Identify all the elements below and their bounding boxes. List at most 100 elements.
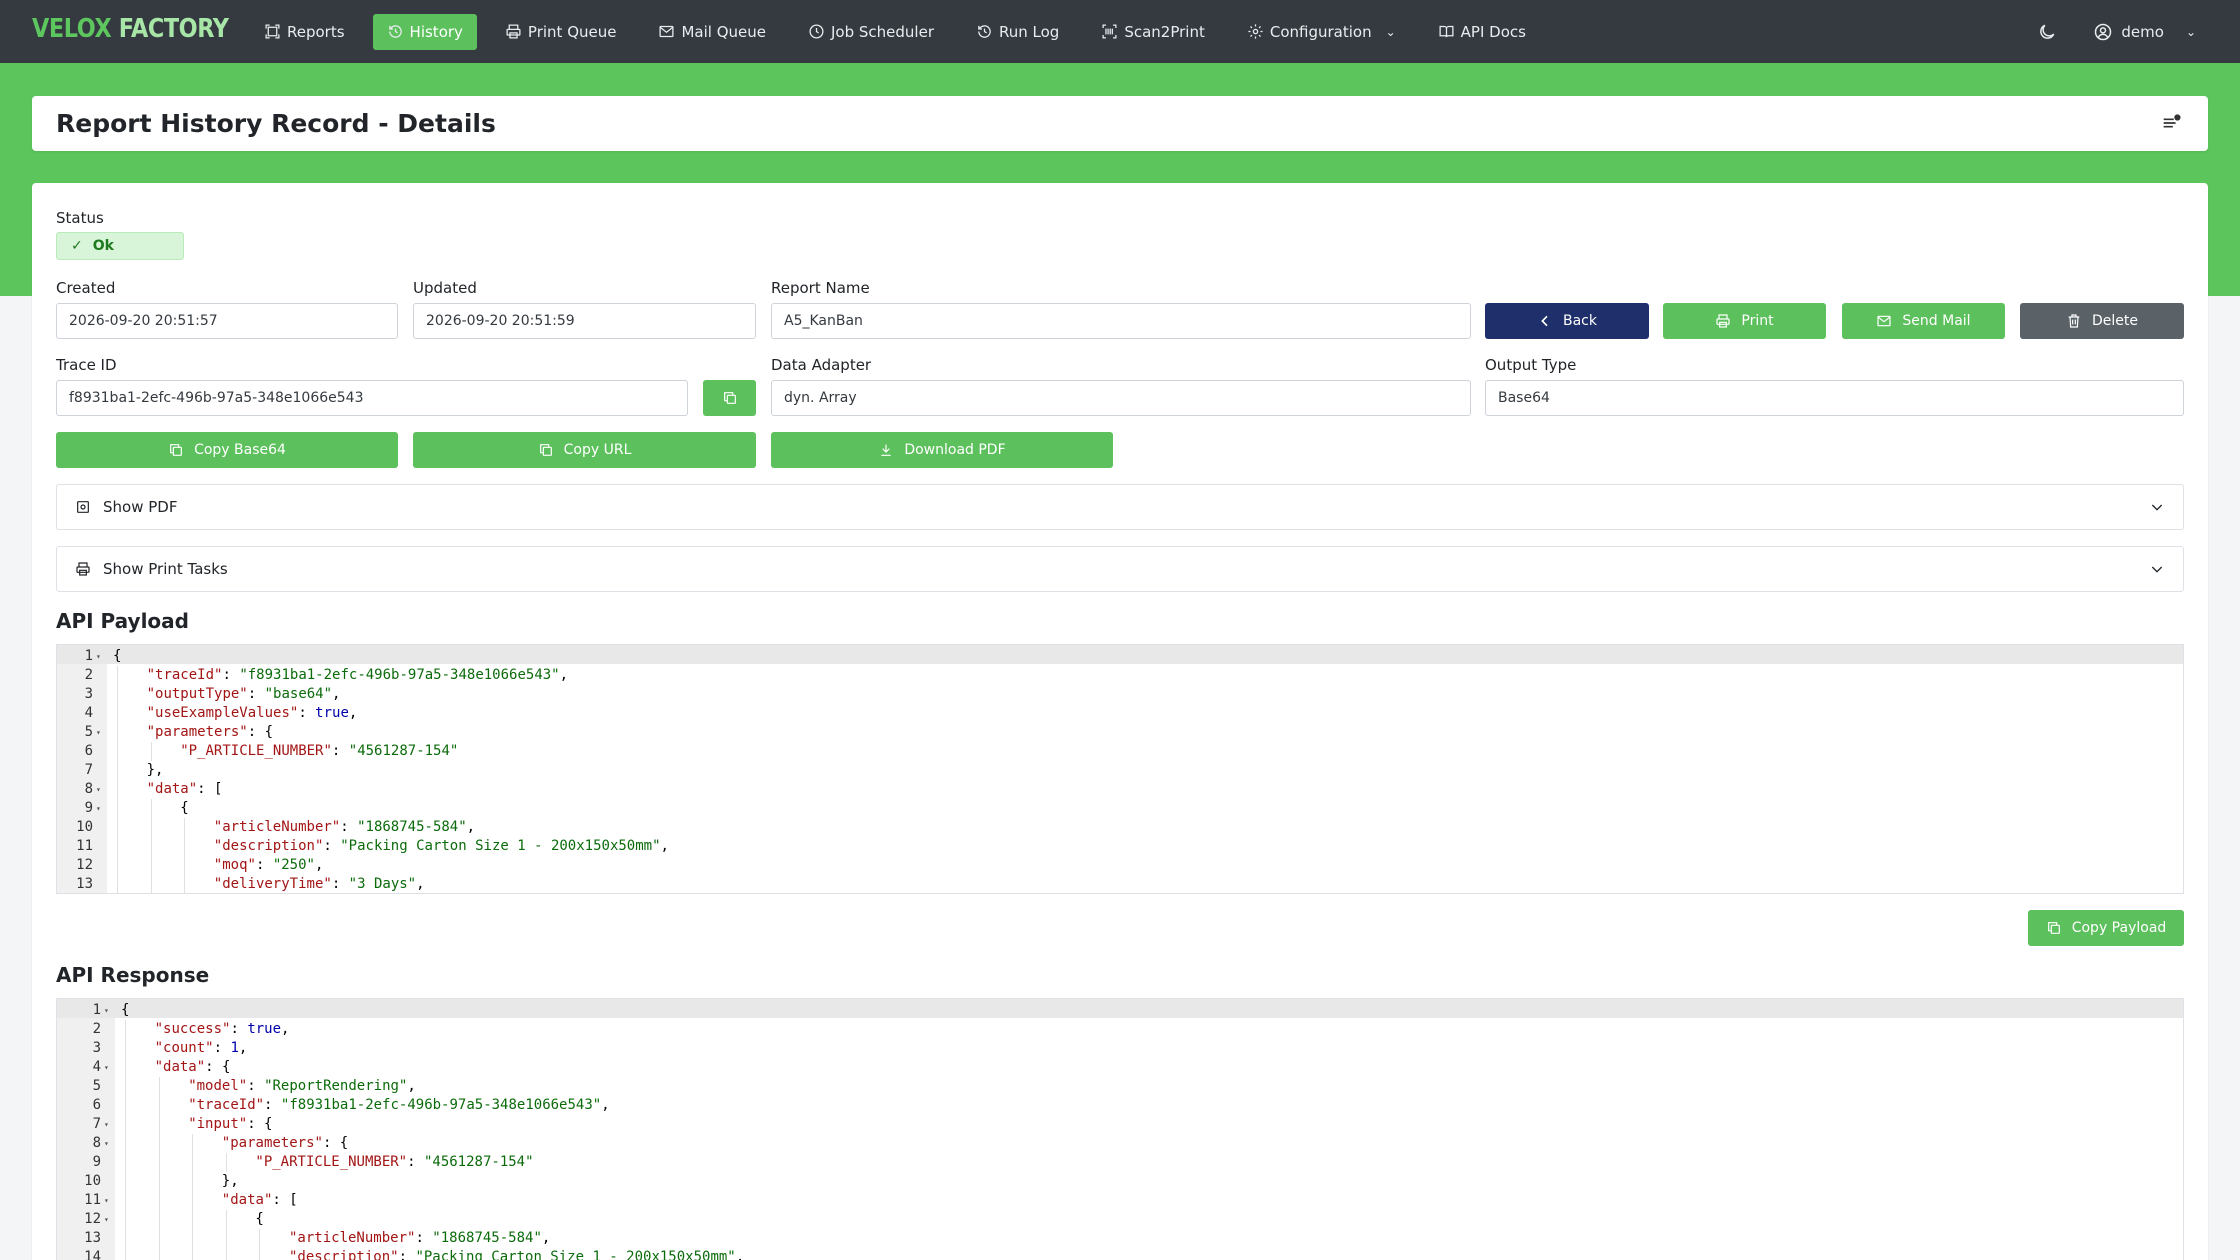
code-line: 3 "count": 1,: [57, 1039, 2183, 1058]
code-line: 9 "P_ARTICLE_NUMBER": "4561287-154": [57, 1153, 2183, 1172]
status-badge: ✓ Ok: [56, 232, 184, 260]
fold-toggle-icon[interactable]: ▾: [96, 723, 101, 742]
back-button[interactable]: Back: [1485, 303, 1649, 339]
data-adapter-field[interactable]: dyn. Array: [771, 380, 1471, 416]
indent-guide: [117, 780, 118, 799]
delete-button[interactable]: Delete: [2020, 303, 2184, 339]
print-button[interactable]: Print: [1663, 303, 1826, 339]
printer-icon: [1716, 314, 1730, 328]
copy-payload-button[interactable]: Copy Payload: [2028, 910, 2184, 946]
show-pdf-accordion[interactable]: Show PDF: [56, 484, 2184, 530]
api-response-title: API Response: [56, 963, 210, 987]
indent-guide: [150, 742, 152, 761]
nav-item-api-docs[interactable]: API Docs: [1424, 14, 1540, 50]
send-mail-button[interactable]: Send Mail: [1842, 303, 2005, 339]
output-type-label: Output Type: [1485, 356, 1577, 374]
barcode-icon: [1102, 24, 1117, 39]
fold-toggle-icon[interactable]: ▾: [104, 1115, 109, 1134]
line-number: 9: [84, 800, 93, 816]
nav-item-scan2print[interactable]: Scan2Print: [1087, 14, 1219, 50]
code-line: 7},: [57, 761, 2183, 780]
line-number: 13: [84, 1230, 101, 1246]
line-number: 7: [84, 762, 93, 778]
indent-guide: [192, 1172, 194, 1191]
fold-toggle-icon[interactable]: ▾: [104, 1058, 109, 1077]
code-text: "success": true,: [154, 1021, 290, 1037]
api-response-editor[interactable]: 1 ▾{2 "success": true, 3 "count": 1, 4 ▾ "data"…: [56, 998, 2184, 1260]
copy-trace-id-button[interactable]: [703, 380, 756, 416]
fold-toggle-icon[interactable]: ▾: [104, 1191, 109, 1210]
code-line: 5 ▾ "parameters": {: [57, 723, 2183, 742]
updated-field[interactable]: 2026-09-20 20:51:59: [413, 303, 756, 339]
clock-icon: [809, 24, 824, 39]
mail-icon: [1877, 315, 1892, 327]
nav-item-history[interactable]: History: [372, 13, 477, 50]
code-line: 1 ▾ {: [57, 647, 2183, 666]
nav-item-mail-queue[interactable]: Mail Queue: [644, 14, 780, 50]
user-menu[interactable]: demo ⌄: [2093, 22, 2196, 42]
download-pdf-button[interactable]: Download PDF: [771, 432, 1113, 468]
report-name-field[interactable]: A5_KanBan: [771, 303, 1471, 339]
nav-item-configuration[interactable]: Configuration ⌄: [1233, 14, 1410, 50]
fold-toggle-icon[interactable]: ▾: [104, 1210, 109, 1229]
fold-toggle-icon[interactable]: ▾: [96, 799, 101, 818]
indent-guide: [125, 1039, 126, 1058]
indent-guide: [158, 1210, 160, 1229]
api-payload-editor[interactable]: 1 ▾{2 "traceId": "f8931ba1-2efc-496b-97a5-…: [56, 644, 2184, 894]
code-text: {: [113, 648, 122, 664]
line-number: 9: [92, 1154, 101, 1170]
indent-guide: [125, 1058, 126, 1077]
line-number: 5: [92, 1078, 101, 1094]
updated-label: Updated: [413, 279, 477, 297]
gear-icon: [1248, 24, 1263, 39]
copy-icon: [2047, 922, 2060, 934]
line-number: 5: [84, 724, 93, 740]
indent-guide: [125, 1096, 126, 1115]
nav-right: demo ⌄: [2037, 0, 2196, 63]
trace-id-field[interactable]: f8931ba1-2efc-496b-97a5-348e1066e543: [56, 380, 688, 416]
nav-item-job-scheduler[interactable]: Job Scheduler: [794, 14, 948, 50]
line-number: 11: [76, 838, 93, 854]
indent-guide: [150, 856, 152, 875]
fold-toggle-icon[interactable]: ▾: [96, 780, 101, 799]
created-field[interactable]: 2026-09-20 20:51:57: [56, 303, 398, 339]
indent-guide: [225, 1210, 227, 1229]
line-number: 11: [84, 1192, 101, 1208]
indent-guide: [125, 1115, 126, 1134]
indent-guide: [125, 1172, 126, 1191]
brand-logo[interactable]: VELOX FACTORY: [32, 14, 229, 44]
copy-base64-button[interactable]: Copy Base64: [56, 432, 398, 468]
code-line: 13 "articleNumber": "1868745-584",: [57, 1229, 2183, 1248]
nav-item-print-queue[interactable]: Print Queue: [491, 14, 631, 50]
indent-guide: [125, 1248, 126, 1260]
fold-toggle-icon[interactable]: ▾: [104, 1134, 109, 1153]
username: demo: [2121, 22, 2164, 41]
book-icon: [1439, 25, 1454, 38]
line-number: 4: [84, 705, 93, 721]
line-number: 3: [84, 686, 93, 702]
nav-item-run-log[interactable]: Run Log: [962, 14, 1073, 50]
indent-guide: [117, 685, 118, 704]
indent-guide: [150, 837, 152, 856]
indent-guide: [125, 1077, 126, 1096]
line-number: 1: [92, 1002, 101, 1018]
indent-guide: [225, 1248, 227, 1260]
show-print-tasks-accordion[interactable]: Show Print Tasks: [56, 546, 2184, 592]
code-line: 3 "outputType": "base64",: [57, 685, 2183, 704]
fold-toggle-icon[interactable]: ▾: [104, 1001, 109, 1020]
moon-icon[interactable]: [2037, 22, 2057, 42]
nav-item-reports[interactable]: Reports: [250, 14, 359, 50]
output-type-field[interactable]: Base64: [1485, 380, 2184, 416]
fold-toggle-icon[interactable]: ▾: [96, 647, 101, 666]
indent-guide: [158, 1191, 160, 1210]
indent-guide: [192, 1210, 194, 1229]
created-label: Created: [56, 279, 116, 297]
user-circle-icon: [2095, 23, 2112, 40]
chevron-left-icon: [1541, 315, 1548, 327]
list-settings-icon[interactable]: [2160, 112, 2182, 134]
reports-icon: [265, 24, 280, 39]
indent-guide: [192, 1134, 194, 1153]
code-text: {: [121, 1002, 130, 1018]
indent-guide: [117, 723, 118, 742]
copy-url-button[interactable]: Copy URL: [413, 432, 756, 468]
